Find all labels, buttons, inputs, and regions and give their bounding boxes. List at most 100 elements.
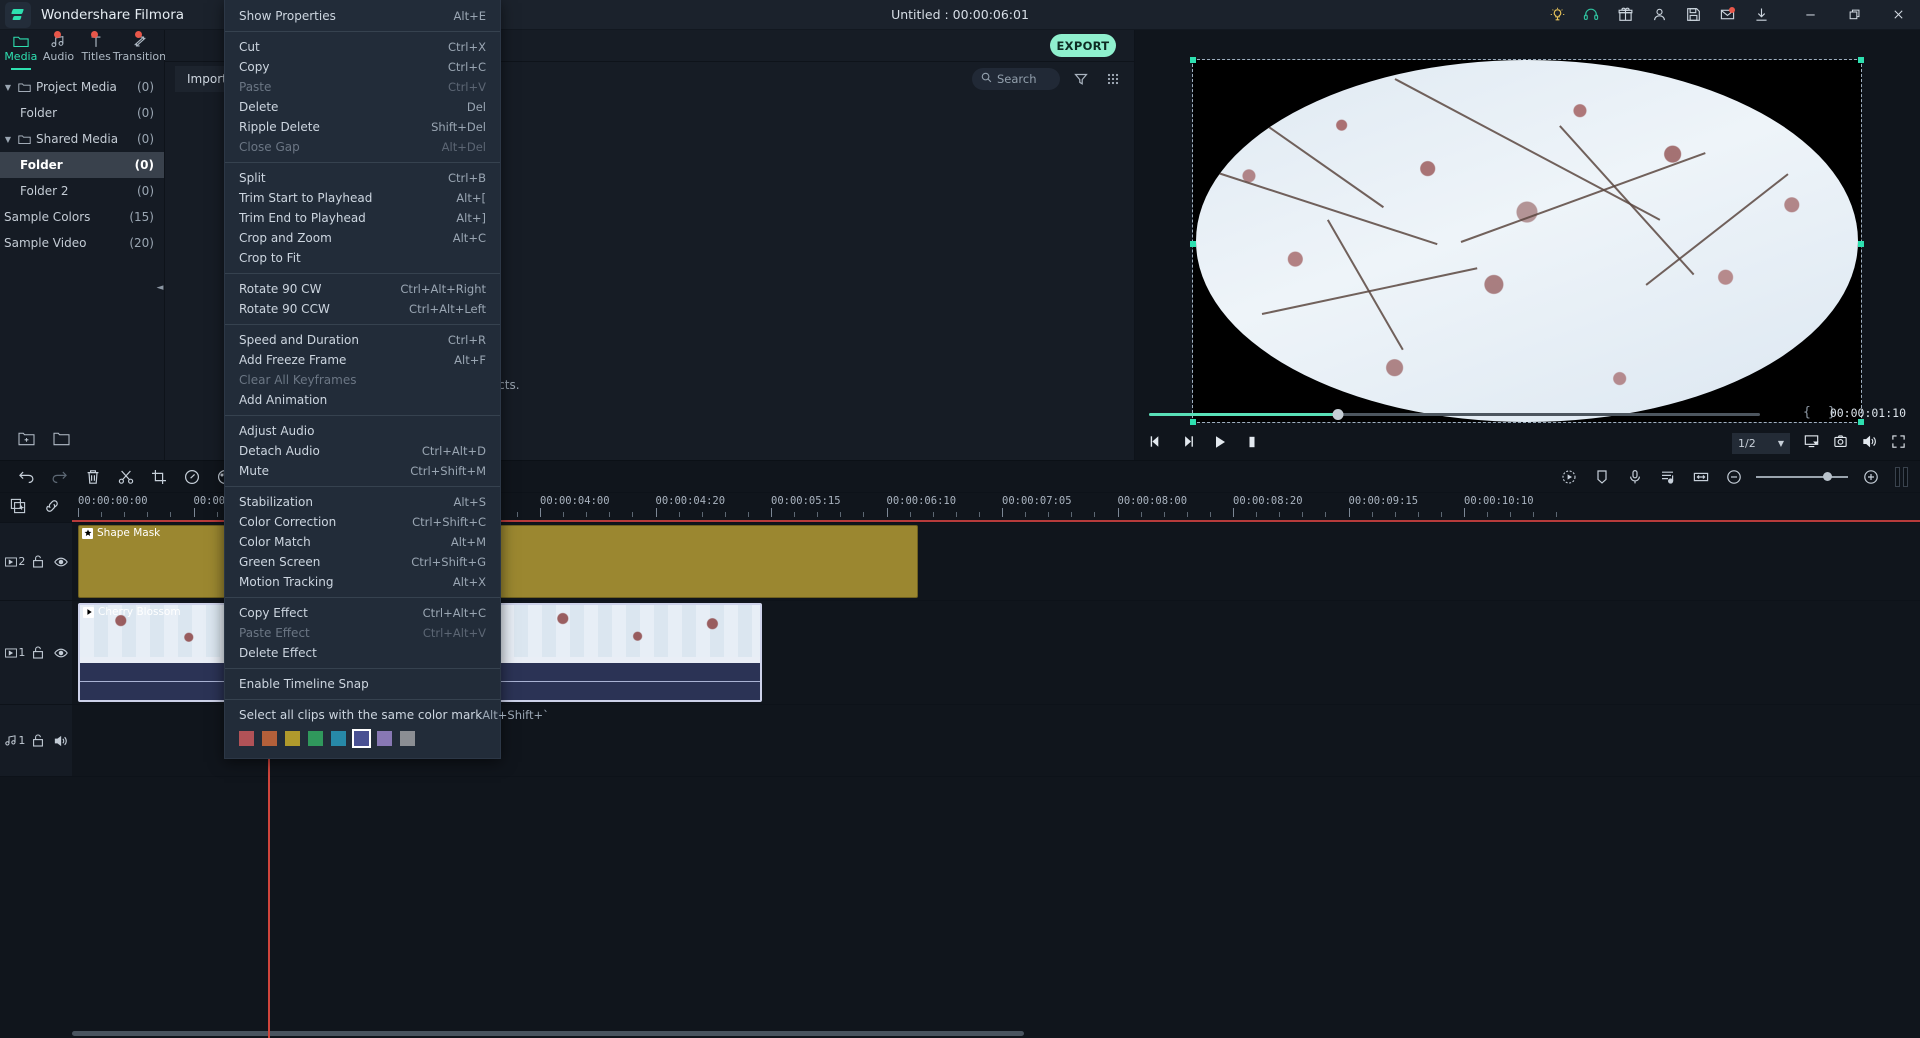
mark-in-icon[interactable]: { <box>1803 405 1811 420</box>
gift-icon[interactable] <box>1608 0 1642 30</box>
menu-item-ripple-delete[interactable]: Ripple DeleteShift+Del <box>225 117 500 137</box>
download-icon[interactable] <box>1744 0 1778 30</box>
tree-item-folder[interactable]: Folder (0) <box>0 100 164 126</box>
fit-timeline-icon[interactable] <box>1684 462 1717 492</box>
clip-context-menu[interactable]: Show PropertiesAlt+ECutCtrl+XCopyCtrl+CP… <box>224 0 501 759</box>
mail-icon[interactable] <box>1710 0 1744 30</box>
chevron-down-icon[interactable]: ▼ <box>0 83 16 92</box>
redo-icon[interactable] <box>43 462 76 492</box>
menu-item-adjust-audio[interactable]: Adjust Audio <box>225 421 500 441</box>
zoom-slider-knob[interactable] <box>1823 472 1832 481</box>
menu-item-add-freeze-frame[interactable]: Add Freeze FrameAlt+F <box>225 350 500 370</box>
zoom-out-icon[interactable] <box>1717 462 1750 492</box>
menu-item-crop-to-fit[interactable]: Crop to Fit <box>225 248 500 268</box>
menu-item-stabilization[interactable]: StabilizationAlt+S <box>225 492 500 512</box>
play-icon[interactable] <box>1213 435 1227 452</box>
voiceover-mic-icon[interactable] <box>1618 462 1651 492</box>
menu-item-trim-start-to-playhead[interactable]: Trim Start to PlayheadAlt+[ <box>225 188 500 208</box>
color-mark-swatch-6[interactable] <box>354 731 369 746</box>
menu-item-detach-audio[interactable]: Detach AudioCtrl+Alt+D <box>225 441 500 461</box>
split-scissors-icon[interactable] <box>109 462 142 492</box>
tree-item-sample-video[interactable]: Sample Video (20) <box>0 230 164 256</box>
crop-icon[interactable] <box>142 462 175 492</box>
render-preview-icon[interactable] <box>1895 467 1908 487</box>
menu-item-delete[interactable]: DeleteDel <box>225 97 500 117</box>
grid-view-icon[interactable] <box>1102 68 1124 90</box>
restore-button[interactable] <box>1832 0 1876 30</box>
minimize-button[interactable] <box>1788 0 1832 30</box>
link-icon[interactable] <box>44 498 60 517</box>
preview-quality-select[interactable]: 1/2 ▼ <box>1732 433 1790 454</box>
zoom-in-icon[interactable] <box>1854 462 1887 492</box>
tree-item-folder-2[interactable]: Folder 2 (0) <box>0 178 164 204</box>
color-mark-swatch-3[interactable] <box>285 731 300 746</box>
panel-collapse-icon[interactable]: ◄ <box>156 280 164 296</box>
marker-icon[interactable] <box>1585 462 1618 492</box>
snapshot-screen-icon[interactable] <box>1804 434 1819 452</box>
menu-item-color-match[interactable]: Color MatchAlt+M <box>225 532 500 552</box>
tab-audio[interactable]: Audio <box>40 30 78 70</box>
menu-item-crop-and-zoom[interactable]: Crop and ZoomAlt+C <box>225 228 500 248</box>
color-mark-swatch-7[interactable] <box>377 731 392 746</box>
menu-item-copy-effect[interactable]: Copy EffectCtrl+Alt+C <box>225 603 500 623</box>
eye-icon[interactable] <box>49 648 72 658</box>
menu-item-add-animation[interactable]: Add Animation <box>225 390 500 410</box>
volume-icon[interactable] <box>1862 434 1877 452</box>
unlock-icon[interactable] <box>27 555 50 568</box>
scrubber-knob[interactable] <box>1333 409 1344 420</box>
menu-item-show-properties[interactable]: Show PropertiesAlt+E <box>225 6 500 26</box>
menu-item-cut[interactable]: CutCtrl+X <box>225 37 500 57</box>
unlock-icon[interactable] <box>27 734 50 747</box>
tab-transition[interactable]: Transition <box>115 30 164 70</box>
tree-item-shared-media[interactable]: ▼ Shared Media (0) <box>0 126 164 152</box>
color-mark-swatch-4[interactable] <box>308 731 323 746</box>
account-icon[interactable] <box>1642 0 1676 30</box>
fullscreen-icon[interactable] <box>1891 434 1906 452</box>
headset-icon[interactable] <box>1574 0 1608 30</box>
menu-item-mute[interactable]: MuteCtrl+Shift+M <box>225 461 500 481</box>
color-mark-swatch-5[interactable] <box>331 731 346 746</box>
menu-item-motion-tracking[interactable]: Motion TrackingAlt+X <box>225 572 500 592</box>
filter-icon[interactable] <box>1070 68 1092 90</box>
menu-item-color-correction[interactable]: Color CorrectionCtrl+Shift+C <box>225 512 500 532</box>
menu-item-trim-end-to-playhead[interactable]: Trim End to PlayheadAlt+] <box>225 208 500 228</box>
chevron-down-icon[interactable]: ▼ <box>0 135 16 144</box>
stop-icon[interactable] <box>1245 435 1259 452</box>
menu-item-select-all-clips-with-the-same-color-mark[interactable]: Select all clips with the same color mar… <box>225 705 500 725</box>
bulb-icon[interactable] <box>1540 0 1574 30</box>
color-mark-swatch-2[interactable] <box>262 731 277 746</box>
timeline-horizontal-scrollbar[interactable] <box>72 1031 1024 1036</box>
camera-icon[interactable] <box>1833 434 1848 452</box>
tab-media[interactable]: Media <box>2 30 40 70</box>
open-folder-icon[interactable] <box>53 431 70 449</box>
audio-mixer-icon[interactable] <box>1651 462 1684 492</box>
eye-icon[interactable] <box>49 557 72 567</box>
tab-titles[interactable]: Titles <box>77 30 115 70</box>
menu-item-copy[interactable]: CopyCtrl+C <box>225 57 500 77</box>
export-button[interactable]: EXPORT <box>1050 34 1116 57</box>
menu-item-delete-effect[interactable]: Delete Effect <box>225 643 500 663</box>
prev-frame-icon[interactable] <box>1149 435 1163 451</box>
search-input[interactable]: Search <box>972 68 1060 90</box>
delete-icon[interactable] <box>76 462 109 492</box>
undo-icon[interactable] <box>10 462 43 492</box>
save-icon[interactable] <box>1676 0 1710 30</box>
unlock-icon[interactable] <box>27 646 50 659</box>
new-folder-icon[interactable] <box>18 431 35 449</box>
next-frame-icon[interactable] <box>1181 435 1195 451</box>
tree-item-project-media[interactable]: ▼ Project Media (0) <box>0 74 164 100</box>
tree-item-folder-selected[interactable]: Folder (0) <box>0 152 164 178</box>
tree-item-sample-colors[interactable]: Sample Colors (15) <box>0 204 164 230</box>
menu-item-speed-and-duration[interactable]: Speed and DurationCtrl+R <box>225 330 500 350</box>
speaker-icon[interactable] <box>49 735 72 747</box>
menu-item-green-screen[interactable]: Green ScreenCtrl+Shift+G <box>225 552 500 572</box>
preview-scrubber[interactable] <box>1149 413 1760 416</box>
close-button[interactable] <box>1876 0 1920 30</box>
color-mark-swatch-1[interactable] <box>239 731 254 746</box>
speed-icon[interactable] <box>175 462 208 492</box>
add-track-icon[interactable] <box>10 498 26 517</box>
menu-item-split[interactable]: SplitCtrl+B <box>225 168 500 188</box>
menu-item-rotate-90-cw[interactable]: Rotate 90 CWCtrl+Alt+Right <box>225 279 500 299</box>
color-mark-swatch-8[interactable] <box>400 731 415 746</box>
preview-viewport[interactable] <box>1135 30 1920 402</box>
